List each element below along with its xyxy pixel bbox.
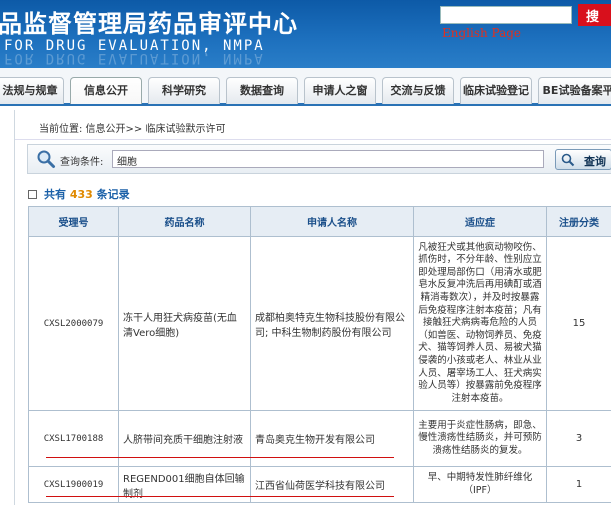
record-count: 共有 433 条记录: [28, 186, 130, 202]
record-count-number: 433: [69, 188, 93, 201]
table-row[interactable]: CXSL1900019 REGEND001细胞自体回输制剂 江西省仙荷医学科技有…: [28, 466, 611, 503]
col-header-drug-name[interactable]: 药品名称: [118, 206, 251, 237]
cell-drug-name[interactable]: REGEND001细胞自体回输制剂: [118, 466, 251, 503]
breadcrumb: 当前位置: 信息公开>> 临床试验默示许可: [39, 124, 226, 135]
tab-info-disclosure[interactable]: 信息公开: [70, 77, 142, 104]
tab-feedback[interactable]: 交流与反馈: [382, 77, 454, 104]
query-button[interactable]: 查询: [555, 149, 611, 170]
col-header-applicant[interactable]: 申请人名称: [250, 206, 414, 237]
cell-drug-name[interactable]: 冻干人用狂犬病疫苗(无血清Vero细胞): [118, 236, 251, 411]
cell-acceptance-no[interactable]: CXSL2000079: [28, 236, 119, 411]
cell-drug-name[interactable]: 人脐带间充质干细胞注射液: [118, 410, 251, 467]
query-button-label: 查询: [584, 155, 606, 168]
tab-regulations[interactable]: 法规与规章: [0, 77, 64, 104]
query-bar: 查询条件: 细胞 查询: [27, 144, 611, 174]
site-header: 品监督管理局药品审评中心 FOR DRUG EVALUATION, NMPA F…: [0, 0, 611, 68]
cell-applicant: 成都柏奥特克生物科技股份有限公司; 中科生物制药股份有限公司: [250, 236, 414, 411]
english-page-link[interactable]: English Page: [442, 26, 521, 40]
site-title: 品监督管理局药品审评中心: [0, 10, 298, 38]
col-header-category[interactable]: 注册分类: [546, 206, 611, 237]
table-row[interactable]: CXSL2000079 冻干人用狂犬病疫苗(无血清Vero细胞) 成都柏奥特克生…: [28, 236, 611, 411]
tab-research[interactable]: 科学研究: [148, 77, 220, 104]
col-header-acceptance-no[interactable]: 受理号: [28, 206, 119, 237]
cell-indication: 凡被狂犬或其他疯动物咬伤、抓伤时，不分年龄、性别应立即处理局部伤口（用清水或肥皂…: [413, 236, 547, 411]
tab-data-query[interactable]: 数据查询: [226, 77, 298, 104]
magnifier-icon: [37, 150, 55, 168]
main-nav: 法规与规章 信息公开 科学研究 数据查询 申请人之窗 交流与反馈 临床试验登记 …: [0, 68, 611, 106]
cell-category: 15: [546, 236, 611, 411]
cell-applicant: 青岛奥克生物开发有限公司: [250, 410, 414, 467]
query-label: 查询条件:: [60, 157, 104, 168]
site-subtitle-reflection: FOR DRUG EVALUATION, NMPA: [4, 52, 265, 66]
query-search-icon: [561, 153, 575, 167]
highlight-underline: [46, 457, 394, 458]
query-input[interactable]: 细胞: [112, 150, 544, 168]
col-header-indication[interactable]: 适应症: [413, 206, 547, 237]
tab-clinical-registration[interactable]: 临床试验登记: [460, 77, 532, 104]
cell-applicant: 江西省仙荷医学科技有限公司: [250, 466, 414, 503]
cell-acceptance-no[interactable]: CXSL1900019: [28, 466, 119, 503]
cell-indication: 早、中期特发性肺纤维化（IPF）: [413, 466, 547, 503]
tab-applicant-window[interactable]: 申请人之窗: [304, 77, 376, 104]
site-search-button[interactable]: 搜: [578, 4, 611, 26]
breadcrumb-divider: [15, 139, 611, 140]
select-all-checkbox[interactable]: [28, 190, 37, 199]
cell-indication: 主要用于炎症性肠病，即急、慢性溃疡性结肠炎，并可预防溃疡性结肠炎的复发。: [413, 410, 547, 467]
cell-acceptance-no[interactable]: CXSL1700188: [28, 410, 119, 467]
cell-category: 3: [546, 410, 611, 467]
tab-be-filing[interactable]: BE试验备案平: [538, 77, 611, 104]
highlight-underline: [46, 496, 394, 497]
site-search-input[interactable]: [440, 6, 572, 24]
cell-category: 1: [546, 466, 611, 503]
table-row[interactable]: CXSL1700188 人脐带间充质干细胞注射液 青岛奥克生物开发有限公司 主要…: [28, 410, 611, 467]
results-table: 受理号 药品名称 申请人名称 适应症 注册分类 CXSL2000079 冻干人用…: [28, 206, 611, 503]
table-header-row: 受理号 药品名称 申请人名称 适应症 注册分类: [28, 206, 611, 237]
